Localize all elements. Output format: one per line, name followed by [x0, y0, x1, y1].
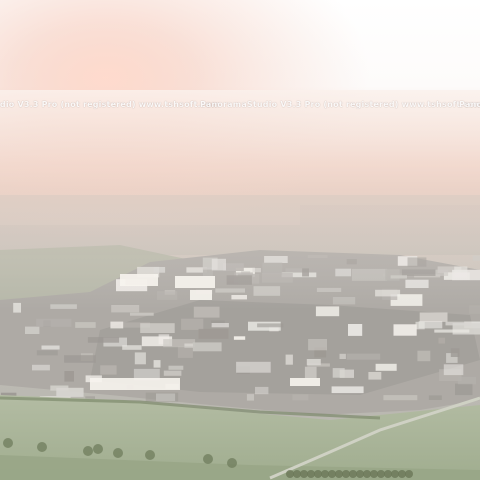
building-roof [450, 348, 460, 357]
building-roof [134, 352, 146, 365]
building-roof [417, 350, 431, 362]
building-roof [90, 378, 180, 390]
building-roof [306, 359, 321, 366]
building-roof [455, 383, 473, 396]
tree [227, 458, 237, 468]
building-roof [292, 394, 309, 401]
tree [3, 438, 13, 448]
tree [300, 470, 308, 478]
building-roof [110, 321, 124, 329]
tree [314, 470, 322, 478]
watermark-text: Pano [459, 100, 480, 109]
building-roof [375, 363, 397, 371]
building-roof [233, 336, 246, 340]
building-roof [32, 364, 50, 371]
building-roof [434, 329, 470, 333]
building-roof [153, 360, 161, 368]
tree [349, 470, 357, 478]
tree [321, 470, 329, 478]
tree [370, 470, 378, 478]
building-roof [163, 339, 196, 348]
tree [356, 470, 364, 478]
tree [384, 470, 392, 478]
building-roof [145, 392, 179, 402]
building-roof [290, 378, 320, 386]
tree [286, 470, 294, 478]
building-roof [457, 376, 476, 385]
building-roof [100, 365, 117, 375]
building-roof [383, 395, 418, 401]
building-roof [236, 361, 271, 373]
building-roof [64, 355, 96, 363]
tree [377, 470, 385, 478]
building-roof [285, 354, 293, 365]
building-roof [308, 339, 327, 351]
tree [203, 454, 213, 464]
tree [37, 442, 47, 452]
building-roof [168, 365, 184, 370]
tree [145, 450, 155, 460]
landscape-graphic [0, 0, 480, 480]
building-roof [64, 371, 74, 382]
building-roof [130, 312, 154, 316]
tree [335, 470, 343, 478]
building-roof [87, 337, 120, 343]
building-roof [257, 323, 284, 328]
building-roof [419, 312, 448, 322]
building-roof [304, 366, 317, 379]
building-roof [246, 394, 254, 401]
building-roof [255, 386, 269, 395]
tree [293, 470, 301, 478]
tree [328, 470, 336, 478]
building-roof [163, 370, 182, 376]
building-roof [445, 321, 472, 326]
haze [0, 90, 480, 310]
building-roof [36, 318, 72, 327]
building-roof [198, 328, 229, 339]
tree [363, 470, 371, 478]
watermark-strip: udio V3.3 Pro (not registered) www.tshso… [0, 100, 480, 112]
tree [398, 470, 406, 478]
building-roof [192, 342, 222, 352]
building-roof [36, 350, 58, 356]
building-roof [348, 324, 363, 336]
building-roof [332, 368, 345, 378]
tree [93, 444, 103, 454]
building-roof [368, 372, 382, 380]
tree [307, 470, 315, 478]
building-roof [415, 321, 425, 330]
tree [342, 470, 350, 478]
building-roof [75, 322, 96, 328]
tree [405, 470, 413, 478]
building-roof [443, 364, 464, 376]
tree [113, 448, 123, 458]
building-roof [393, 324, 417, 336]
building-roof [181, 318, 204, 330]
building-roof [56, 387, 84, 397]
building-roof [177, 346, 193, 358]
building-roof [140, 323, 175, 333]
building-roof [428, 395, 442, 400]
building-roof [331, 386, 364, 394]
building-roof [25, 326, 40, 334]
tree [391, 470, 399, 478]
tree [83, 446, 93, 456]
building-roof [438, 337, 446, 344]
watermark-text: PanoramaStudio V3.3 Pro (not registered)… [200, 100, 480, 109]
building-roof [41, 345, 60, 350]
building-roof [339, 353, 346, 359]
watermark-text: udio V3.3 Pro (not registered) www.tshso… [0, 100, 220, 109]
aerial-photo: udio V3.3 Pro (not registered) www.tshso… [0, 0, 480, 480]
building-roof [346, 353, 381, 360]
building-roof [122, 345, 142, 350]
building-roof [211, 323, 229, 328]
